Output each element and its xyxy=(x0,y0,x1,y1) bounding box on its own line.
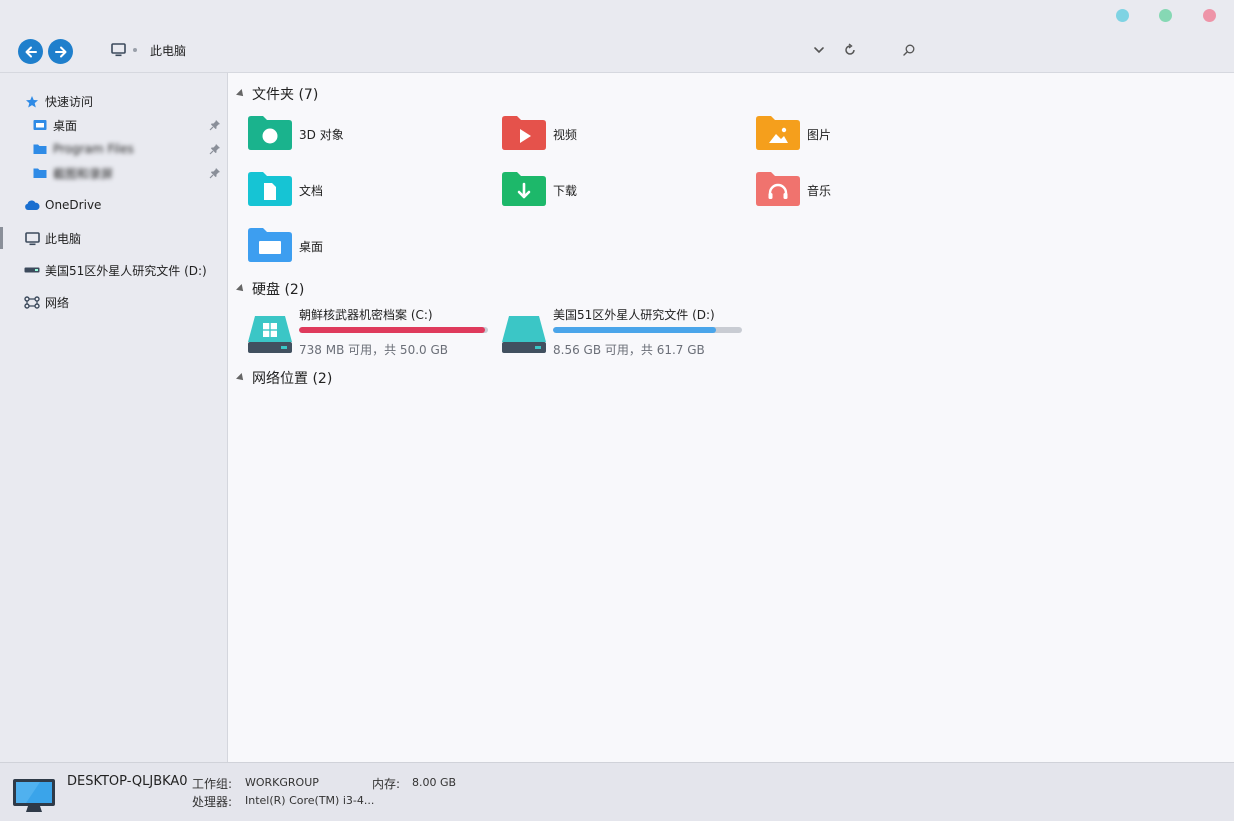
drive-name: 美国51区外星人研究文件 (D:) xyxy=(553,306,715,323)
sidebar-item-network[interactable]: 网络 xyxy=(0,291,227,313)
drive-icon xyxy=(502,314,546,354)
folder-name: 视频 xyxy=(553,126,577,143)
address-text[interactable]: 此电脑 xyxy=(150,42,186,59)
computer-name: DESKTOP-QLJBKA0 xyxy=(67,774,188,789)
drive-name: 朝鲜核武器机密档案 (C:) xyxy=(299,306,433,323)
sidebar-item-this-pc[interactable]: 此电脑 xyxy=(0,227,227,249)
3d-objects-folder-icon xyxy=(248,116,292,150)
folder-downloads[interactable]: 下载 xyxy=(502,168,732,212)
sidebar-item-screenshots[interactable]: 截图和录屏 xyxy=(0,162,227,184)
drive-free-space: 8.56 GB 可用，共 61.7 GB xyxy=(553,341,705,358)
network-icon xyxy=(24,296,40,309)
folder-name: 3D 对象 xyxy=(299,126,344,143)
folder-3d-objects[interactable]: 3D 对象 xyxy=(248,112,478,156)
sidebar-item-label: 快速访问 xyxy=(45,93,93,110)
pictures-folder-icon xyxy=(756,116,800,150)
folder-videos[interactable]: 视频 xyxy=(502,112,732,156)
expand-caret-icon xyxy=(236,373,246,383)
documents-folder-icon xyxy=(248,172,292,206)
breadcrumb-separator xyxy=(133,48,137,52)
close-button[interactable] xyxy=(1203,9,1216,22)
memory-value: 8.00 GB xyxy=(412,776,456,789)
minimize-button[interactable] xyxy=(1116,9,1129,22)
sidebar-item-program-files[interactable]: Program Files xyxy=(0,138,227,160)
windows-drive-icon xyxy=(248,314,292,354)
downloads-folder-icon xyxy=(502,172,546,206)
chevron-down-icon[interactable] xyxy=(813,45,825,55)
sidebar-item-label: Program Files xyxy=(53,142,134,156)
network-section-header[interactable]: 网络位置 (2) xyxy=(237,368,332,388)
drive-c[interactable]: 朝鲜核武器机密档案 (C:) 738 MB 可用，共 50.0 GB xyxy=(248,306,493,362)
collapse-caret-icon xyxy=(236,89,246,99)
music-folder-icon xyxy=(756,172,800,206)
folder-desktop[interactable]: 桌面 xyxy=(248,224,478,268)
forward-button[interactable] xyxy=(48,39,73,64)
drive-usage-fill xyxy=(299,327,485,333)
drives-section-header[interactable]: 硬盘 (2) xyxy=(237,279,304,299)
drive-usage-fill xyxy=(553,327,716,333)
processor-value: Intel(R) Core(TM) i3-4... xyxy=(245,794,374,807)
pin-icon[interactable] xyxy=(209,167,221,179)
search-icon[interactable] xyxy=(902,43,916,57)
star-icon xyxy=(25,95,39,109)
workgroup-value: WORKGROUP xyxy=(245,776,319,789)
sidebar-item-quick-access[interactable]: 快速访问 xyxy=(0,90,227,112)
back-button[interactable] xyxy=(18,39,43,64)
refresh-icon[interactable] xyxy=(843,43,857,57)
folders-section-header[interactable]: 文件夹 (7) xyxy=(237,84,318,104)
sidebar-item-onedrive[interactable]: OneDrive xyxy=(0,194,227,216)
collapse-caret-icon xyxy=(236,284,246,294)
status-bar xyxy=(0,763,1234,821)
drive-usage-bar xyxy=(299,327,488,333)
pin-icon[interactable] xyxy=(209,119,221,131)
pin-icon[interactable] xyxy=(209,143,221,155)
section-title: 硬盘 (2) xyxy=(252,279,304,299)
sidebar-item-desktop[interactable]: 桌面 xyxy=(0,114,227,136)
workgroup-label: 工作组: xyxy=(192,775,232,792)
folder-documents[interactable]: 文档 xyxy=(248,168,478,212)
processor-label: 处理器: xyxy=(192,793,232,810)
folder-music[interactable]: 音乐 xyxy=(756,168,986,212)
drive-free-space: 738 MB 可用，共 50.0 GB xyxy=(299,341,448,358)
sidebar-item-label: 桌面 xyxy=(53,117,77,134)
sidebar-item-label: 截图和录屏 xyxy=(53,165,113,182)
desktop-folder-icon xyxy=(33,119,47,131)
section-title: 文件夹 (7) xyxy=(252,84,318,104)
cloud-icon xyxy=(24,200,40,211)
sidebar-item-label: 美国51区外星人研究文件 (D:) xyxy=(45,262,207,279)
folder-name: 下载 xyxy=(553,182,577,199)
folder-name: 图片 xyxy=(807,126,831,143)
folder-name: 文档 xyxy=(299,182,323,199)
folder-name: 桌面 xyxy=(299,238,323,255)
memory-label: 内存: xyxy=(372,775,400,792)
maximize-button[interactable] xyxy=(1159,9,1172,22)
folder-pictures[interactable]: 图片 xyxy=(756,112,986,156)
videos-folder-icon xyxy=(502,116,546,150)
section-title: 网络位置 (2) xyxy=(252,368,332,388)
folder-icon xyxy=(33,143,47,155)
arrow-right-icon xyxy=(54,45,68,59)
folder-name: 音乐 xyxy=(807,182,831,199)
computer-icon xyxy=(25,232,40,246)
folder-icon xyxy=(33,167,47,179)
drive-usage-bar xyxy=(553,327,742,333)
monitor-icon xyxy=(12,778,56,814)
arrow-left-icon xyxy=(24,45,38,59)
sidebar-item-label: 网络 xyxy=(45,294,69,311)
drive-icon xyxy=(24,267,40,273)
sidebar-item-label: 此电脑 xyxy=(45,230,81,247)
sidebar-item-label: OneDrive xyxy=(45,198,101,212)
computer-icon xyxy=(111,43,126,57)
sidebar-item-drive-d[interactable]: 美国51区外星人研究文件 (D:) xyxy=(0,259,227,281)
desktop-folder-icon xyxy=(248,228,292,262)
drive-d[interactable]: 美国51区外星人研究文件 (D:) 8.56 GB 可用，共 61.7 GB xyxy=(502,306,747,362)
